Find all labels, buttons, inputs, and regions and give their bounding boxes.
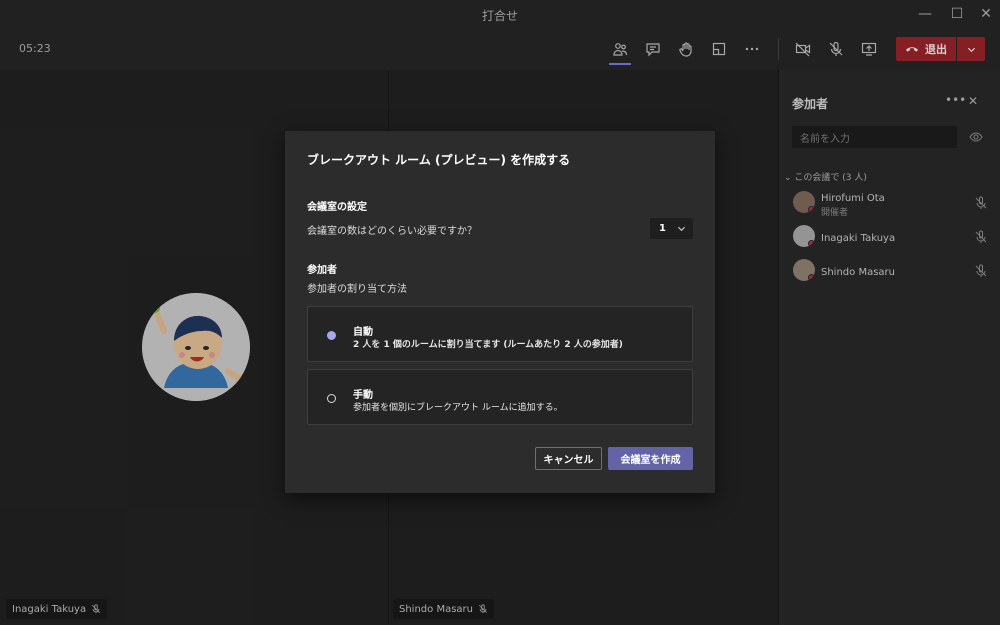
room-count-value: 1 bbox=[659, 223, 666, 234]
room-count-dropdown[interactable]: 1 bbox=[650, 218, 693, 239]
automatic-option[interactable]: 自動 2 人を 1 個のルームに割り当てます (ルームあたり 2 人の参加者) bbox=[307, 306, 693, 362]
radio-selected[interactable] bbox=[327, 331, 336, 340]
cancel-button[interactable]: キャンセル bbox=[535, 447, 602, 470]
assignment-method-label: 参加者の割り当て方法 bbox=[307, 284, 407, 295]
create-rooms-button[interactable]: 会議室を作成 bbox=[608, 447, 693, 470]
chevron-down-icon bbox=[677, 226, 686, 232]
option-description: 参加者を個別にブレークアウト ルームに追加する。 bbox=[353, 403, 563, 413]
radio-unselected[interactable] bbox=[327, 394, 336, 403]
rooms-count-question: 会議室の数はどのくらい必要ですか？ bbox=[307, 226, 477, 237]
option-title: 手動 bbox=[353, 390, 373, 401]
dialog-title: ブレークアウト ルーム (プレビュー) を作成する bbox=[307, 153, 571, 167]
manual-option[interactable]: 手動 参加者を個別にブレークアウト ルームに追加する。 bbox=[307, 369, 693, 425]
rooms-section-heading: 会議室の設定 bbox=[307, 202, 367, 213]
breakout-rooms-dialog: ブレークアウト ルーム (プレビュー) を作成する 会議室の設定 会議室の数はど… bbox=[285, 131, 715, 493]
option-description: 2 人を 1 個のルームに割り当てます (ルームあたり 2 人の参加者) bbox=[353, 340, 623, 350]
participants-section-heading: 参加者 bbox=[307, 265, 337, 276]
option-title: 自動 bbox=[353, 327, 373, 338]
